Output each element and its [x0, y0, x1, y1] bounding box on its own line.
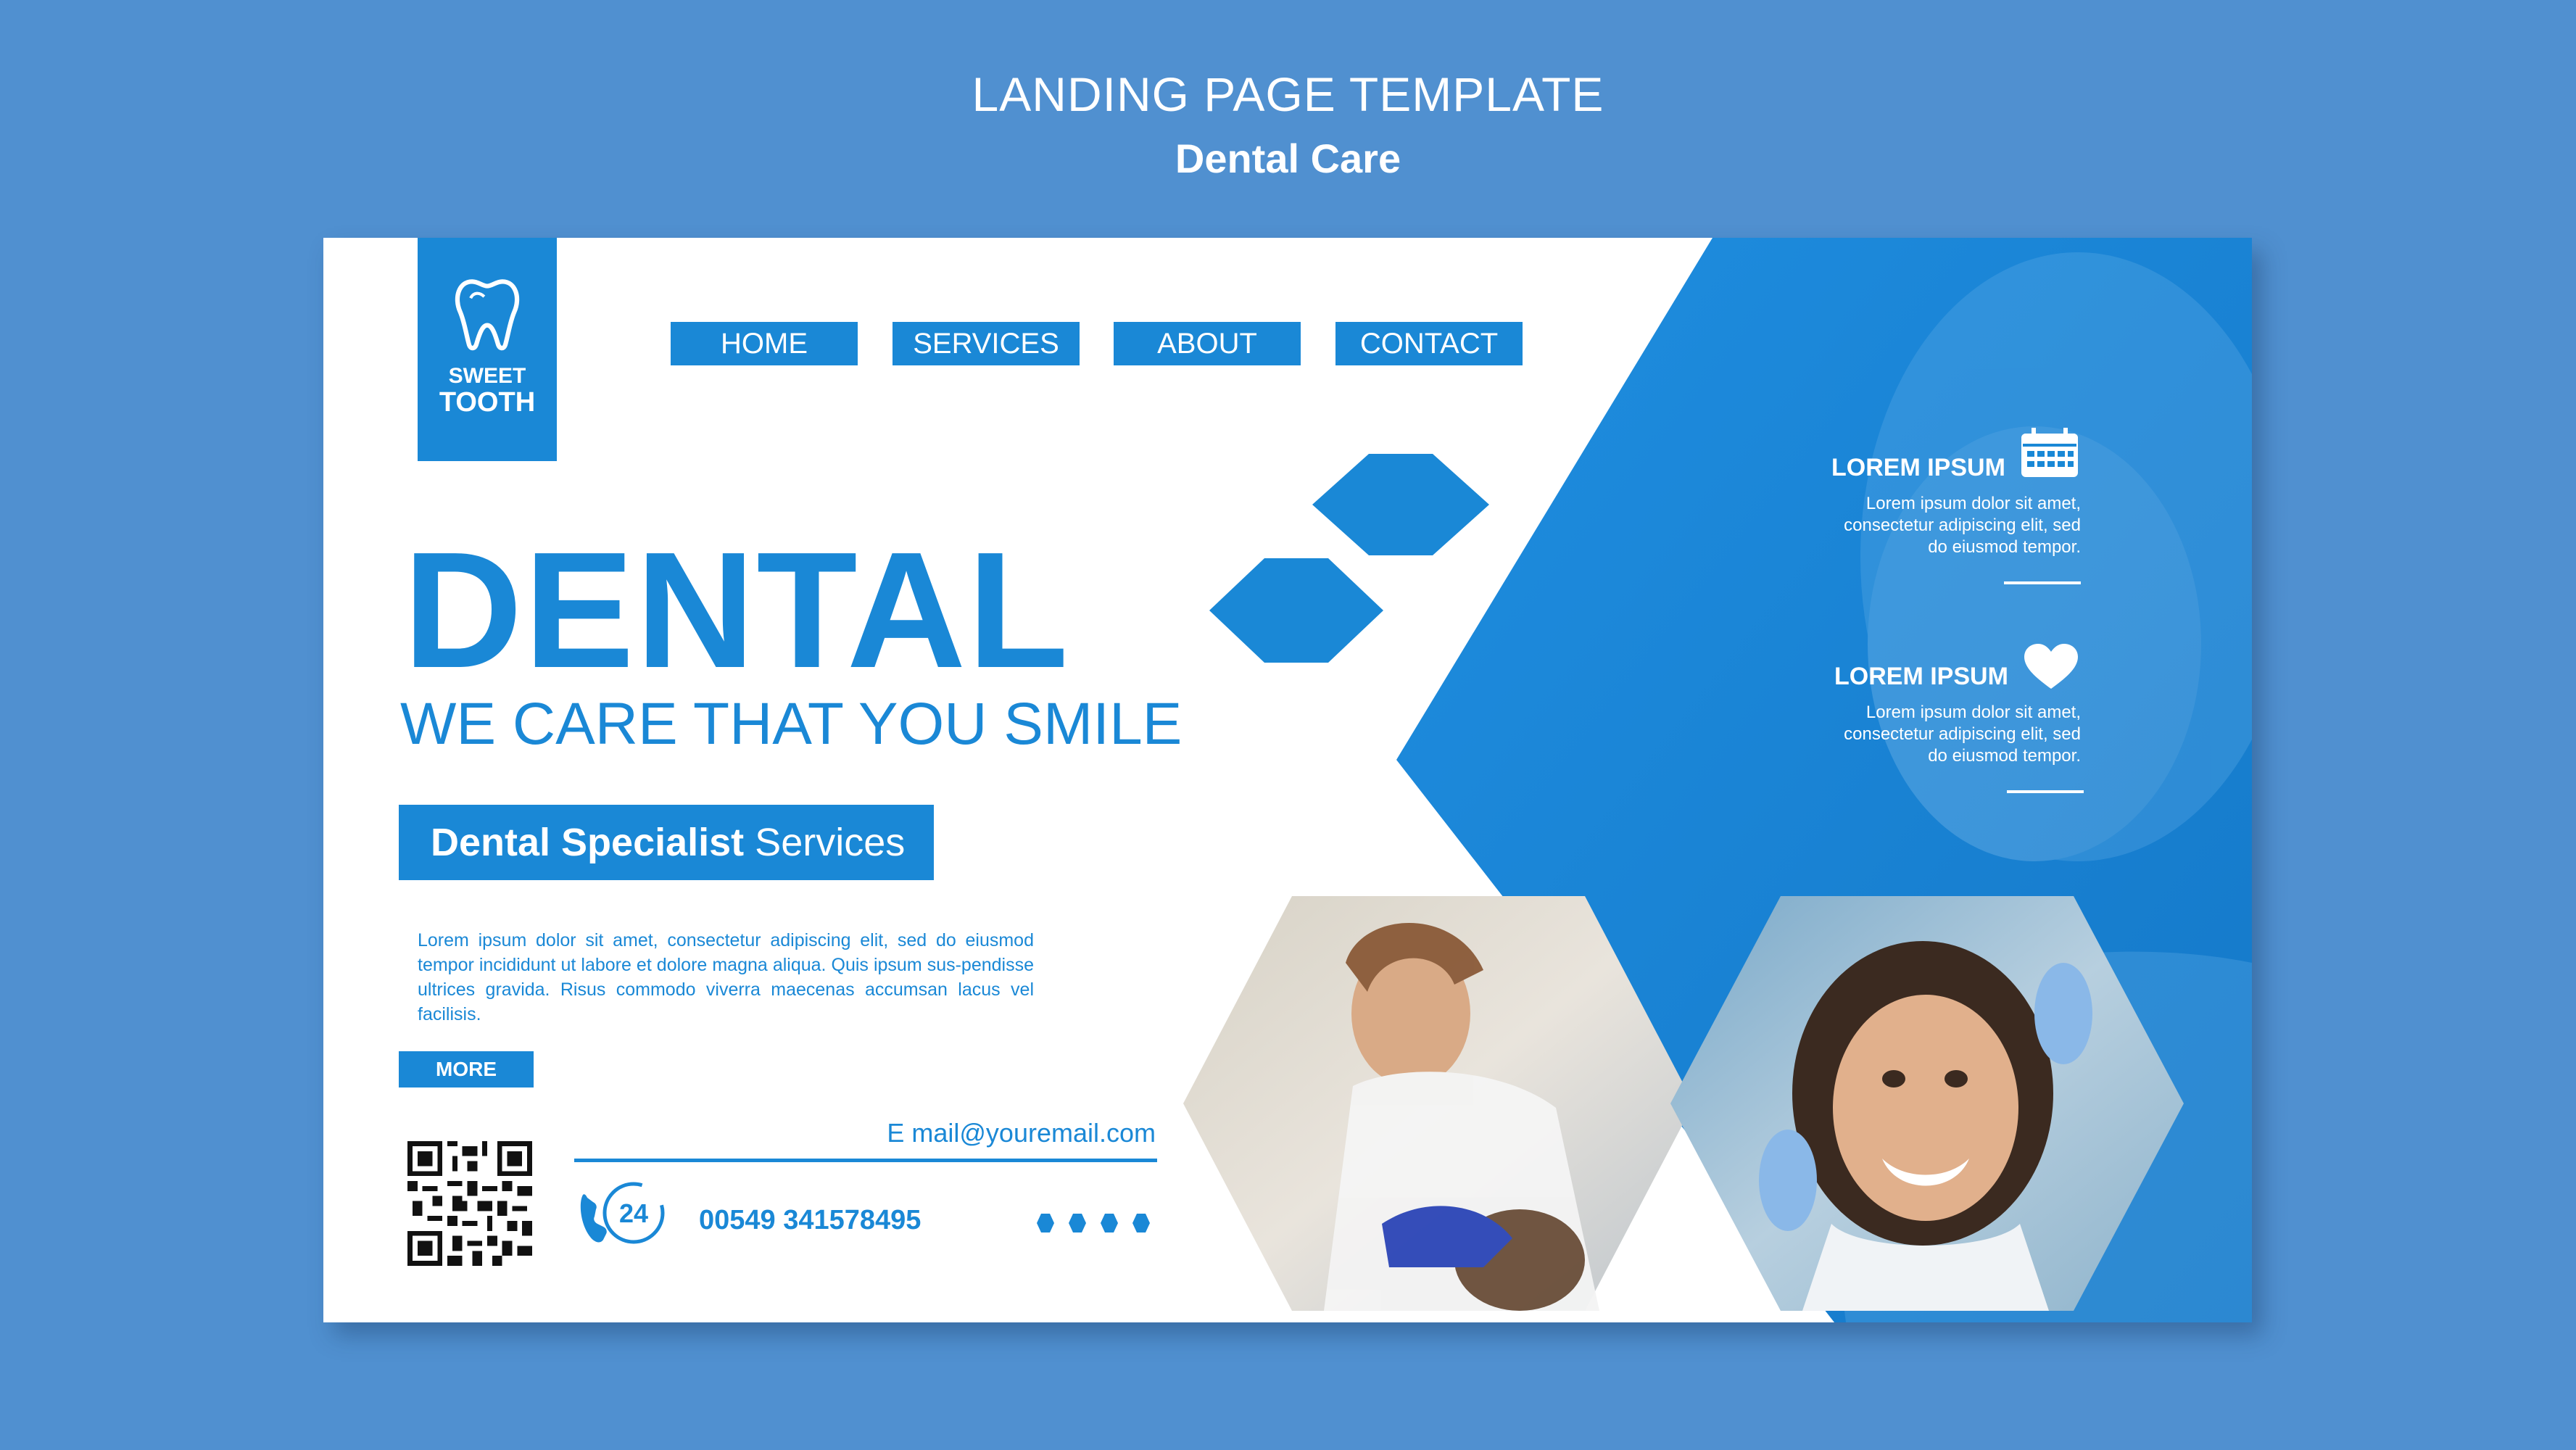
phone-24-icon: 24 — [580, 1182, 665, 1244]
info-1-text: Lorem ipsum dolor sit amet, consectetur … — [1844, 494, 2081, 557]
hero-body-text: Lorem ipsum dolor sit amet, consectetur … — [418, 930, 1034, 1024]
page-title: LANDING PAGE TEMPLATE — [972, 67, 1604, 121]
logo-text-tooth: TOOTH — [439, 387, 536, 418]
more-button[interactable]: MORE — [399, 1051, 534, 1088]
phone-number[interactable]: 00549 341578495 — [699, 1205, 921, 1236]
specialist-bold-text: Dental Specialist — [431, 821, 745, 864]
landing-card: SWEET TOOTH HOME SERVICES ABOUT CONTACT … — [323, 238, 2252, 1322]
logo-text-sweet: SWEET — [448, 364, 526, 388]
specialist-services-banner: Dental Specialist Services — [399, 805, 934, 880]
calendar-icon — [2021, 428, 2078, 477]
hero-headline: DENTAL — [403, 518, 1070, 703]
brand-logo[interactable]: SWEET TOOTH — [418, 238, 557, 461]
nav-contact[interactable]: CONTACT — [1335, 322, 1523, 365]
info-1-divider — [2004, 581, 2081, 584]
hexagon-dots-decor — [1037, 1214, 1150, 1232]
page-subtitle: Dental Care — [1175, 136, 1401, 181]
nav-home[interactable]: HOME — [671, 322, 858, 365]
info-2-title: LOREM IPSUM — [1834, 663, 2008, 690]
info-2-text: Lorem ipsum dolor sit amet, consectetur … — [1844, 703, 2081, 766]
specialist-rest-text: Services — [744, 821, 906, 864]
nav-about[interactable]: ABOUT — [1114, 322, 1301, 365]
heart-icon — [2024, 644, 2078, 689]
hero-tagline: WE CARE THAT YOU SMILE — [400, 691, 1183, 757]
qr-code-icon[interactable] — [407, 1141, 532, 1266]
nav-services[interactable]: SERVICES — [893, 322, 1080, 365]
email-link[interactable]: E mail@youremail.com — [751, 1118, 1156, 1148]
info-1-title: LOREM IPSUM — [1831, 454, 2005, 481]
info-2-divider — [2007, 790, 2084, 793]
contact-divider — [574, 1159, 1157, 1162]
hours-badge-text: 24 — [619, 1198, 648, 1228]
tooth-icon — [455, 279, 520, 351]
